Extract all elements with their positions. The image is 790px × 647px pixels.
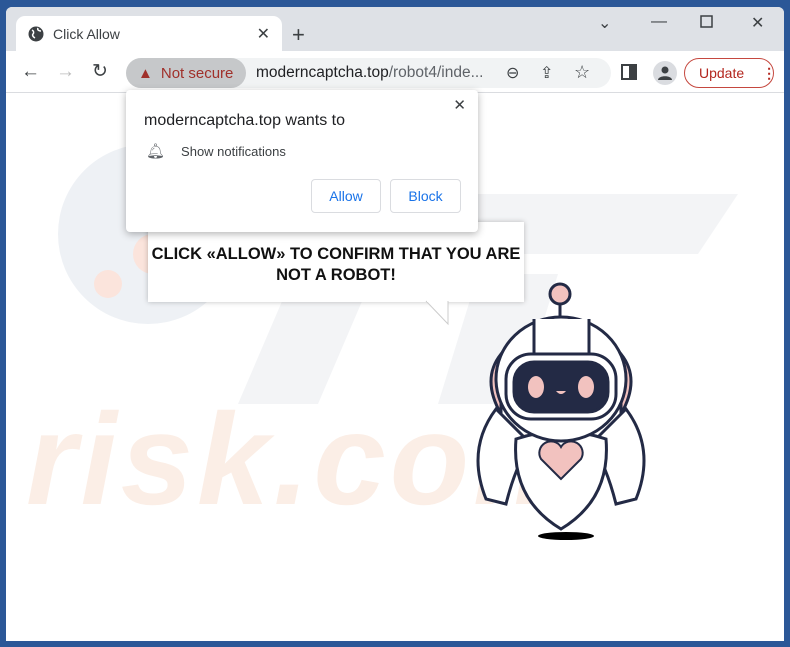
maximize-button[interactable] — [700, 15, 713, 33]
close-window-button[interactable]: ✕ — [751, 13, 764, 33]
warning-icon: ▲ — [138, 64, 153, 82]
block-button[interactable]: Block — [390, 179, 461, 213]
globe-icon — [28, 26, 44, 42]
star-icon[interactable]: ☆ — [574, 62, 590, 83]
zoom-icon[interactable]: ⊖ — [506, 63, 519, 83]
tab-search-icon[interactable]: ⌄ — [598, 13, 611, 33]
speech-bubble: CLICK «ALLOW» TO CONFIRM THAT YOU ARE NO… — [148, 222, 524, 302]
url-text[interactable]: moderncaptcha.top/robot4/inde... — [256, 64, 484, 82]
new-tab-button[interactable]: + — [292, 22, 305, 48]
security-chip[interactable]: ▲ Not secure — [126, 58, 246, 88]
robot-illustration — [476, 282, 646, 540]
bubble-tail — [425, 300, 449, 326]
tab-click-allow[interactable]: Click Allow ✕ — [16, 16, 282, 51]
bell-icon: 🔔︎ — [146, 143, 166, 160]
tab-bar: Click Allow ✕ + ⌄ — ✕ — [6, 7, 784, 51]
permission-label: Show notifications — [181, 143, 286, 159]
menu-icon[interactable]: ⋮ — [762, 65, 776, 82]
address-bar[interactable]: ▲ Not secure moderncaptcha.top/robot4/ind… — [126, 58, 611, 88]
minimize-button[interactable]: — — [651, 13, 667, 31]
forward-icon[interactable]: → — [56, 61, 75, 83]
share-icon[interactable]: ⇪ — [540, 63, 553, 83]
popup-title: moderncaptcha.top wants to — [144, 112, 346, 129]
update-button[interactable]: Update ⋮ — [684, 58, 776, 88]
toolbar: ← → ↻ ▲ Not secure moderncaptcha.top/robo… — [6, 51, 784, 93]
browser-window: Click Allow ✕ + ⌄ — ✕ ← → ↻ ▲ Not secure … — [6, 7, 784, 641]
allow-button[interactable]: Allow — [311, 179, 381, 213]
back-icon[interactable]: ← — [21, 61, 40, 83]
profile-avatar[interactable] — [653, 61, 677, 85]
tab-title: Click Allow — [53, 25, 120, 42]
close-popup-icon[interactable]: ✕ — [453, 96, 466, 114]
close-tab-icon[interactable]: ✕ — [257, 24, 270, 44]
page-content: risk.com ✕ moderncaptcha.top wants to 🔔︎… — [6, 90, 784, 641]
side-panel-icon[interactable] — [621, 64, 637, 80]
notification-permission-dialog: ✕ moderncaptcha.top wants to 🔔︎ Show noti… — [126, 90, 478, 232]
reload-icon[interactable]: ↻ — [92, 60, 108, 83]
